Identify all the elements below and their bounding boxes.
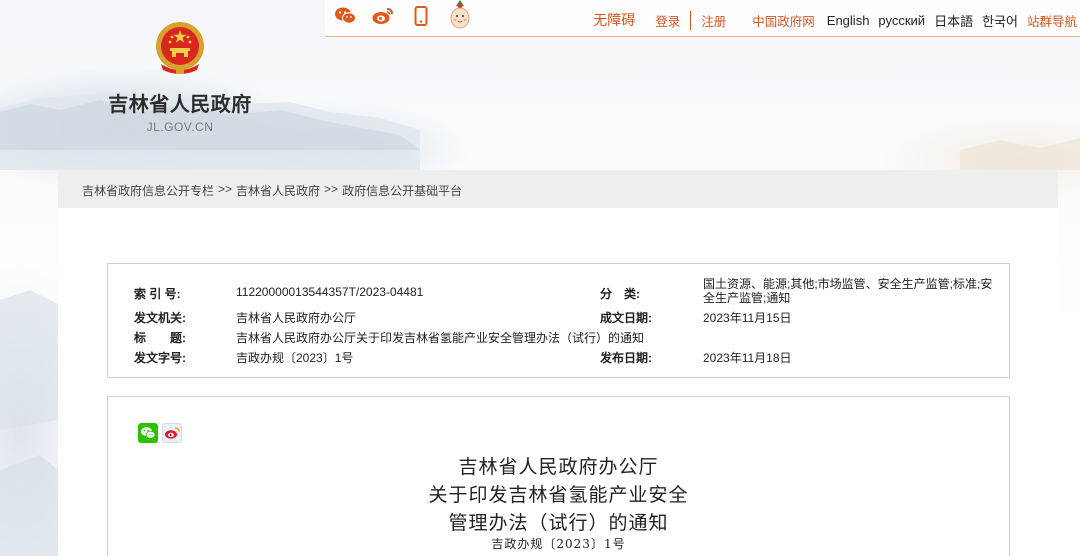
- doc-number-value: 吉政办规〔2023〕1号: [236, 351, 354, 365]
- wechat-icon[interactable]: [333, 4, 357, 28]
- site-domain: JL.GOV.CN: [146, 120, 214, 134]
- title-value: 吉林省人民政府办公厅关于印发吉林省氢能产业安全管理办法（试行）的通知: [236, 331, 645, 345]
- lang-english-link[interactable]: English: [827, 13, 870, 28]
- title-label: 标 题:: [134, 331, 186, 345]
- issuer-label: 发文机关:: [134, 311, 186, 325]
- social-links: [333, 0, 487, 30]
- category-label: 分 类:: [600, 287, 640, 301]
- document-body: 吉林省人民政府办公厅 关于印发吉林省氢能产业安全 管理办法（试行）的通知 吉政办…: [107, 396, 1010, 556]
- register-link[interactable]: 注册: [701, 11, 726, 30]
- mobile-icon[interactable]: [409, 4, 433, 28]
- doc-number-label: 发文字号:: [134, 351, 186, 365]
- issuer-value: 吉林省人民政府办公厅: [236, 311, 357, 325]
- document-title-line-2: 关于印发吉林省氢能产业安全: [428, 484, 689, 506]
- site-title: 吉林省人民政府: [108, 92, 252, 116]
- breadcrumb-separator: >>: [218, 182, 233, 196]
- weibo-icon[interactable]: [371, 4, 395, 28]
- document-title-line-1: 吉林省人民政府办公厅: [458, 456, 659, 478]
- document-title-line-3: 管理办法（试行）的通知: [448, 512, 669, 534]
- national-emblem-icon: [156, 22, 204, 74]
- breadcrumb-separator: >>: [324, 182, 339, 196]
- breadcrumb-bar: 吉林省政府信息公开专栏 >> 吉林省人民政府 >> 政府信息公开基础平台: [58, 170, 1058, 208]
- document-metadata-table: 索 引 号: 11220000013544357T/2023-04481 分 类…: [107, 263, 1010, 378]
- main-content: 索 引 号: 11220000013544357T/2023-04481 分 类…: [58, 208, 1058, 556]
- share-buttons: [138, 423, 182, 443]
- site-logo[interactable]: 吉林省人民政府 JL.GOV.CN: [105, 20, 255, 140]
- index-label: 索 引 号:: [134, 287, 181, 301]
- top-links: 无障碍 登录 注册 中国政府网 English русский 日本語 한국어 …: [593, 10, 1080, 30]
- breadcrumb-item[interactable]: 吉林省政府信息公开专栏: [82, 182, 214, 199]
- published-date-value: 2023年11月18日: [703, 351, 792, 365]
- created-date-value: 2023年11月15日: [703, 311, 792, 325]
- weibo-share-icon[interactable]: [162, 423, 182, 443]
- breadcrumb-item[interactable]: 政府信息公开基础平台: [342, 182, 462, 199]
- lang-japanese-link[interactable]: 日本語: [934, 11, 973, 30]
- site-nav-link[interactable]: 站群导航: [1027, 11, 1077, 30]
- top-bar: 无障碍 登录 注册 中国政府网 English русский 日本語 한국어 …: [325, 0, 1080, 37]
- wechat-share-icon[interactable]: [138, 423, 158, 443]
- gov-site-link[interactable]: 中国政府网: [752, 11, 815, 30]
- breadcrumb: 吉林省政府信息公开专栏 >> 吉林省人民政府 >> 政府信息公开基础平台: [82, 182, 462, 199]
- index-value: 11220000013544357T/2023-04481: [236, 285, 424, 299]
- mascot-icon[interactable]: [447, 0, 473, 30]
- lang-russian-link[interactable]: русский: [878, 13, 925, 28]
- document-number: 吉政办规〔2023〕1号: [491, 537, 626, 551]
- lang-korean-link[interactable]: 한국어: [982, 11, 1018, 30]
- category-value: 国土资源、能源;其他;市场监管、安全生产监管;标准;安全生产监管;通知: [703, 277, 993, 305]
- published-date-label: 发布日期:: [600, 351, 652, 365]
- created-date-label: 成文日期:: [600, 311, 652, 325]
- login-link[interactable]: 登录: [655, 10, 692, 30]
- breadcrumb-item[interactable]: 吉林省人民政府: [236, 182, 320, 199]
- accessibility-link[interactable]: 无障碍: [593, 10, 635, 30]
